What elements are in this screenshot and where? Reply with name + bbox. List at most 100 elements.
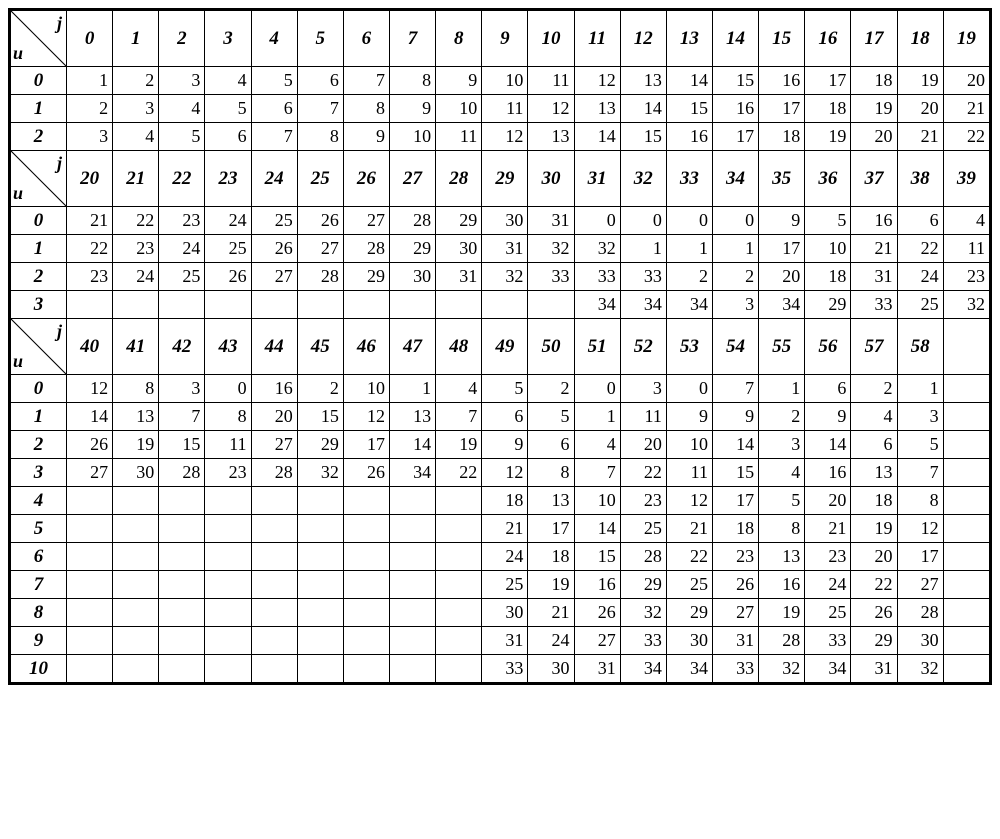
table-cell bbox=[251, 599, 297, 627]
cell-value: 28 bbox=[367, 238, 385, 258]
table-cell bbox=[343, 627, 389, 655]
cell-value: 27 bbox=[275, 434, 293, 454]
cell-value: 2 bbox=[791, 406, 800, 426]
cell-value: 5 bbox=[191, 126, 200, 146]
cell-value: 22 bbox=[875, 574, 893, 594]
col-header-label: 29 bbox=[495, 168, 514, 189]
table-cell bbox=[343, 655, 389, 683]
col-header-label: 5 bbox=[316, 28, 326, 49]
col-header: 8 bbox=[436, 11, 482, 67]
col-header: 55 bbox=[759, 319, 805, 375]
cell-value: 17 bbox=[552, 518, 570, 538]
table-cell: 9 bbox=[805, 403, 851, 431]
cell-value: 8 bbox=[376, 98, 385, 118]
table-cell: 16 bbox=[712, 95, 758, 123]
row-header: 9 bbox=[11, 627, 67, 655]
table-cell: 30 bbox=[897, 627, 943, 655]
col-header: 5 bbox=[297, 11, 343, 67]
col-header: 2 bbox=[159, 11, 205, 67]
col-header-label: 40 bbox=[80, 336, 99, 357]
table-cell: 32 bbox=[620, 599, 666, 627]
table-cell bbox=[67, 627, 113, 655]
corner-cell: j u bbox=[11, 151, 67, 207]
col-header-label: 58 bbox=[911, 336, 930, 357]
cell-value: 10 bbox=[505, 70, 523, 90]
table-cell bbox=[297, 515, 343, 543]
cell-value: 5 bbox=[561, 406, 570, 426]
cell-value: 22 bbox=[921, 238, 939, 258]
table-cell: 34 bbox=[620, 655, 666, 683]
table-cell: 19 bbox=[805, 123, 851, 151]
cell-value: 11 bbox=[552, 70, 569, 90]
table-cell: 27 bbox=[251, 431, 297, 459]
row-header: 1 bbox=[11, 95, 67, 123]
cell-value: 31 bbox=[459, 266, 477, 286]
table-cell: 1 bbox=[620, 235, 666, 263]
table-cell: 27 bbox=[712, 599, 758, 627]
table-cell: 20 bbox=[251, 403, 297, 431]
cell-value: 5 bbox=[791, 490, 800, 510]
cell-value: 30 bbox=[690, 630, 708, 650]
table-cell: 1 bbox=[897, 375, 943, 403]
table-cell: 12 bbox=[897, 515, 943, 543]
table-cell: 8 bbox=[389, 67, 435, 95]
row-header-label: 1 bbox=[34, 406, 44, 427]
cell-value: 31 bbox=[505, 238, 523, 258]
cell-value: 7 bbox=[930, 462, 939, 482]
cell-value: 14 bbox=[736, 434, 754, 454]
table-cell: 12 bbox=[67, 375, 113, 403]
col-header-label: 50 bbox=[541, 336, 560, 357]
col-header: 48 bbox=[436, 319, 482, 375]
table-cell: 6 bbox=[528, 431, 574, 459]
cell-value: 4 bbox=[884, 406, 893, 426]
col-header: 7 bbox=[389, 11, 435, 67]
cell-value: 6 bbox=[238, 126, 247, 146]
cell-value: 10 bbox=[413, 126, 431, 146]
table-cell: 30 bbox=[482, 599, 528, 627]
table-cell: 25 bbox=[620, 515, 666, 543]
table-cell: 23 bbox=[205, 459, 251, 487]
cell-value: 17 bbox=[736, 490, 754, 510]
table-cell: 15 bbox=[620, 123, 666, 151]
table-cell: 16 bbox=[805, 459, 851, 487]
cell-value: 1 bbox=[653, 238, 662, 258]
table-cell: 25 bbox=[205, 235, 251, 263]
table-cell bbox=[251, 543, 297, 571]
table-cell: 6 bbox=[805, 375, 851, 403]
table-cell: 16 bbox=[574, 571, 620, 599]
cell-value: 1 bbox=[699, 238, 708, 258]
table-cell: 10 bbox=[666, 431, 712, 459]
cell-value: 13 bbox=[552, 490, 570, 510]
cell-value: 29 bbox=[690, 602, 708, 622]
col-header: 24 bbox=[251, 151, 297, 207]
col-header: 20 bbox=[67, 151, 113, 207]
row-header: 2 bbox=[11, 123, 67, 151]
table-cell: 21 bbox=[897, 123, 943, 151]
cell-value: 20 bbox=[275, 406, 293, 426]
table-cell: 2 bbox=[759, 403, 805, 431]
cell-value: 14 bbox=[644, 98, 662, 118]
cell-value: 17 bbox=[921, 546, 939, 566]
cell-value: 16 bbox=[736, 98, 754, 118]
col-header: 38 bbox=[897, 151, 943, 207]
table-cell: 22 bbox=[436, 459, 482, 487]
table-cell: 18 bbox=[805, 263, 851, 291]
table-cell: 32 bbox=[297, 459, 343, 487]
cell-value: 10 bbox=[459, 98, 477, 118]
cell-value: 26 bbox=[229, 266, 247, 286]
table-cell: 5 bbox=[759, 487, 805, 515]
table-cell bbox=[159, 515, 205, 543]
cell-value: 9 bbox=[376, 126, 385, 146]
cell-value: 0 bbox=[653, 210, 662, 230]
table-cell: 10 bbox=[482, 67, 528, 95]
col-header-label: 31 bbox=[588, 168, 607, 189]
cell-value: 17 bbox=[782, 98, 800, 118]
cell-value: 27 bbox=[275, 266, 293, 286]
table-cell: 7 bbox=[897, 459, 943, 487]
table-cell: 33 bbox=[712, 655, 758, 683]
table-cell: 19 bbox=[528, 571, 574, 599]
cell-value: 11 bbox=[691, 462, 708, 482]
col-header-label: 19 bbox=[957, 28, 976, 49]
cell-value: 22 bbox=[690, 546, 708, 566]
table-cell: 12 bbox=[482, 123, 528, 151]
